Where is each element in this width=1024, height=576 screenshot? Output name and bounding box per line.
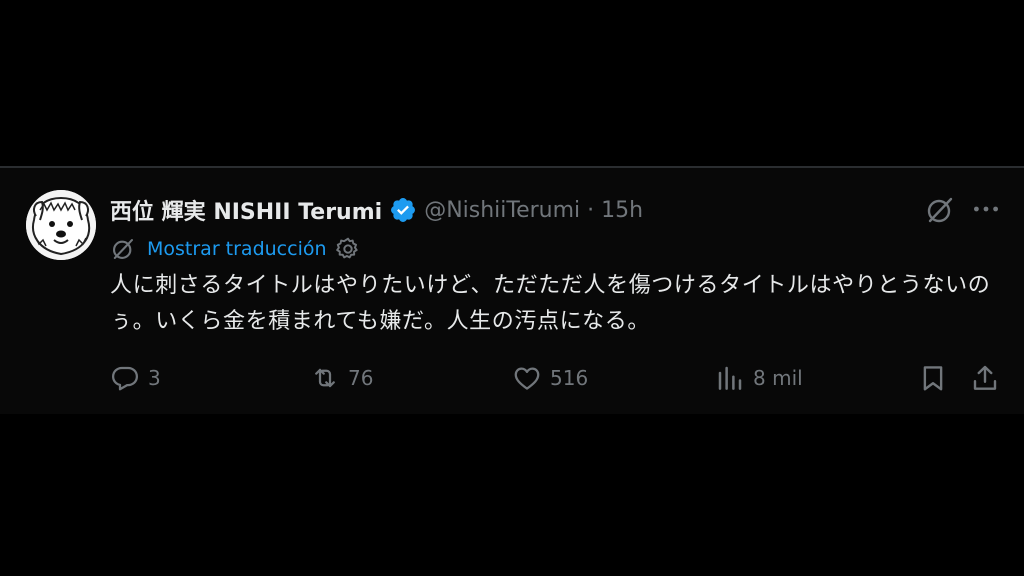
tweet-header: 西位 輝実 NISHII Terumi @NishiiTerumi · 15h (110, 193, 643, 227)
display-name[interactable]: 西位 輝実 NISHII Terumi (110, 194, 382, 226)
reply-count: 3 (148, 366, 161, 390)
translate-row: Mostrar traducción (110, 234, 361, 264)
reply-button[interactable]: 3 (110, 358, 161, 398)
share-icon (973, 365, 997, 390)
tweet-text: 人に刺さるタイトルはやりたいけど、ただただ人を傷つけるタイトルはやりとうないのぅ… (110, 273, 991, 334)
like-button[interactable]: 516 (512, 358, 588, 398)
more-icon[interactable] (968, 192, 1004, 226)
separator: · (587, 197, 595, 223)
grok-icon[interactable] (924, 194, 956, 226)
avatar-dog-image (26, 190, 96, 260)
heart-icon (514, 367, 540, 390)
handle[interactable]: @NishiiTerumi (424, 198, 580, 223)
avatar[interactable] (26, 190, 96, 260)
page: 西位 輝実 NISHII Terumi @NishiiTerumi · 15h (0, 0, 1024, 576)
bookmark-icon (923, 366, 943, 391)
verified-badge-icon (389, 196, 417, 224)
repost-count: 76 (348, 366, 374, 390)
gear-icon[interactable] (335, 236, 361, 262)
show-translation-link[interactable]: Mostrar traducción (147, 238, 327, 260)
views-count: 8 mil (753, 366, 803, 390)
share-button[interactable] (970, 358, 1000, 398)
views-button[interactable]: 8 mil (715, 358, 803, 398)
views-icon (718, 366, 742, 390)
like-count: 516 (550, 366, 589, 390)
timestamp[interactable]: 15h (601, 198, 643, 223)
reply-icon (112, 366, 138, 391)
repost-icon (315, 368, 335, 388)
bookmark-button[interactable] (918, 358, 948, 398)
tweet-card[interactable]: 西位 輝実 NISHII Terumi @NishiiTerumi · 15h (0, 166, 1024, 414)
grok-translate-icon (110, 236, 136, 262)
repost-button[interactable]: 76 (310, 358, 373, 398)
action-bar: 3 76 516 8 mil (0, 358, 1024, 398)
